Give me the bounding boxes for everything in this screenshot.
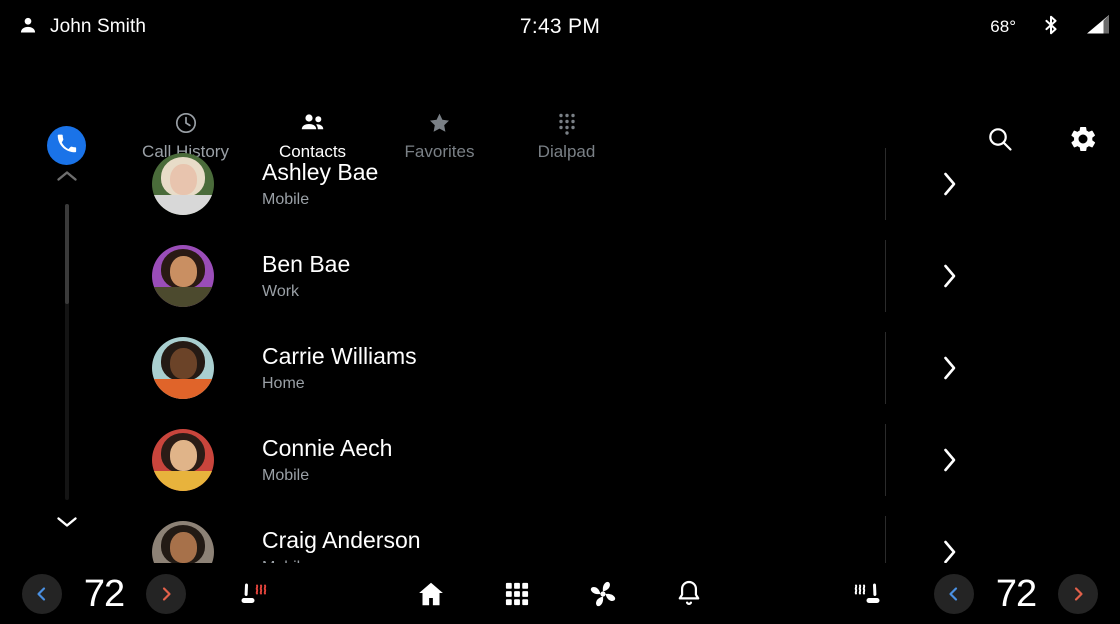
contact-row[interactable]: Ben Bae Work — [106, 230, 1120, 322]
avatar — [152, 521, 214, 563]
contacts-list[interactable]: Ashley Bae Mobile Ben Bae Work Carrie Willia… — [106, 138, 1120, 563]
bottom-control-bar: 72 72 — [0, 564, 1120, 624]
notifications-button[interactable] — [663, 564, 715, 624]
row-divider — [885, 332, 886, 404]
passenger-temp-increase-button[interactable] — [1058, 574, 1098, 614]
driver-temp-decrease-button[interactable] — [22, 574, 62, 614]
contact-details-button[interactable] — [935, 261, 965, 291]
outside-temperature: 68° — [990, 17, 1016, 36]
contact-name: Carrie Williams — [262, 343, 417, 370]
passenger-temp-decrease-button[interactable] — [934, 574, 974, 614]
user-name: John Smith — [50, 16, 147, 37]
contact-name: Ben Bae — [262, 251, 351, 278]
contact-row[interactable]: Carrie Williams Home — [106, 322, 1120, 414]
contact-text: Connie Aech Mobile — [262, 435, 1120, 485]
people-icon — [300, 110, 326, 136]
row-divider — [885, 424, 886, 496]
home-button[interactable] — [405, 564, 457, 624]
clock-icon — [174, 110, 198, 136]
contact-text: Carrie Williams Home — [262, 343, 1120, 393]
contact-label: Home — [262, 374, 305, 392]
clock-time: 7:43 PM — [519, 15, 601, 38]
dialpad-icon — [555, 110, 579, 136]
driver-temp-value: 72 — [83, 572, 125, 615]
contact-details-button[interactable] — [935, 353, 965, 383]
avatar — [152, 429, 214, 491]
person-icon — [18, 15, 38, 40]
driver-temp-increase-button[interactable] — [146, 574, 186, 614]
contact-label: Mobile — [262, 466, 310, 484]
bluetooth-icon — [1040, 13, 1062, 42]
contact-details-button[interactable] — [935, 445, 965, 475]
row-divider — [885, 516, 886, 563]
contact-text: Ben Bae Work — [262, 251, 1120, 301]
fan-button[interactable] — [577, 564, 629, 624]
apps-button[interactable] — [491, 564, 543, 624]
contact-name: Ashley Bae — [262, 159, 379, 186]
signal-bars-icon — [1086, 13, 1112, 42]
list-scrollbar — [52, 150, 82, 546]
row-divider — [885, 240, 886, 312]
contact-name: Connie Aech — [262, 435, 393, 462]
status-indicators: 68° — [990, 0, 1112, 54]
contact-text: Craig Anderson Mobile — [262, 527, 1120, 563]
avatar — [152, 245, 214, 307]
star-icon — [427, 110, 452, 136]
contact-name: Craig Anderson — [262, 527, 421, 554]
contact-row[interactable]: Ashley Bae Mobile — [106, 138, 1120, 230]
contact-row[interactable]: Craig Anderson Mobile — [106, 506, 1120, 563]
scroll-down-button[interactable] — [52, 510, 82, 534]
contact-details-button[interactable] — [935, 537, 965, 563]
app-header: Call History Contacts Favorites Dialpad — [0, 54, 1120, 165]
seat-heater-left-button[interactable] — [226, 564, 278, 624]
passenger-temperature-control: 72 — [934, 564, 1098, 624]
contact-label: Mobile — [262, 190, 310, 208]
contact-label: Work — [262, 282, 300, 300]
avatar — [152, 153, 214, 215]
row-divider — [885, 148, 886, 220]
contact-details-button[interactable] — [935, 169, 965, 199]
avatar — [152, 337, 214, 399]
scroll-up-button[interactable] — [52, 164, 82, 188]
seat-heater-right-button[interactable] — [843, 564, 895, 624]
passenger-temp-value: 72 — [995, 572, 1037, 615]
driver-temperature-control: 72 — [22, 564, 186, 624]
user-profile[interactable]: John Smith — [18, 15, 146, 40]
scrollbar-thumb[interactable] — [65, 204, 69, 304]
scrollbar-track[interactable] — [65, 204, 69, 500]
contact-label: Mobile — [262, 559, 1120, 563]
status-bar: John Smith 7:43 PM 68° — [0, 0, 1120, 54]
contact-row[interactable]: Connie Aech Mobile — [106, 414, 1120, 506]
contact-text: Ashley Bae Mobile — [262, 159, 1120, 209]
